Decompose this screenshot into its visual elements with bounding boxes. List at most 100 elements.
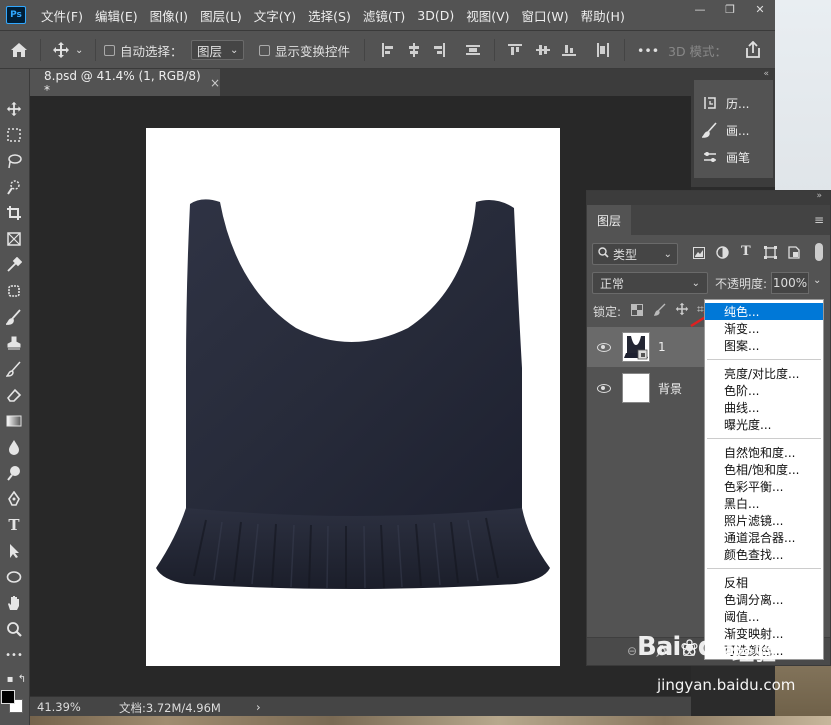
close-button[interactable]: ✕ <box>745 0 775 18</box>
menu-item-invert[interactable]: 反相 <box>705 574 823 591</box>
menu-select[interactable]: 选择(S) <box>302 6 357 25</box>
menu-item-posterize[interactable]: 色调分离... <box>705 591 823 608</box>
eye-icon[interactable] <box>597 342 611 352</box>
align-top-icon[interactable] <box>508 43 522 57</box>
menu-item-black-white[interactable]: 黑白... <box>705 495 823 512</box>
menu-filter[interactable]: 滤镜(T) <box>357 6 411 25</box>
dock-brush-settings[interactable]: 画... <box>702 120 749 140</box>
menu-item-vibrance[interactable]: 自然饱和度... <box>705 444 823 461</box>
blur-tool-icon[interactable] <box>4 437 24 457</box>
ellipse-tool-icon[interactable] <box>4 567 24 587</box>
align-bottom-icon[interactable] <box>562 43 576 57</box>
menu-item-gradient[interactable]: 渐变... <box>705 320 823 337</box>
pen-tool-icon[interactable] <box>4 489 24 509</box>
align-left-icon[interactable] <box>381 43 395 57</box>
filter-shape-icon[interactable] <box>764 246 777 262</box>
filter-toggle-switch[interactable] <box>815 243 823 261</box>
healing-brush-tool-icon[interactable] <box>4 281 24 301</box>
marquee-tool-icon[interactable] <box>4 125 24 145</box>
menu-file[interactable]: 文件(F) <box>35 6 89 25</box>
panel-menu-icon[interactable]: ≡ <box>814 213 824 227</box>
lasso-tool-icon[interactable] <box>4 151 24 171</box>
align-right-icon[interactable] <box>432 43 446 57</box>
foreground-color-swatch[interactable] <box>1 690 15 704</box>
maximize-button[interactable]: ❐ <box>715 0 745 18</box>
gradient-tool-icon[interactable] <box>4 411 24 431</box>
align-horizontal-center-icon[interactable] <box>407 43 421 57</box>
collapse-panel-icon[interactable]: » <box>816 191 822 201</box>
home-icon[interactable] <box>10 40 28 60</box>
menu-window[interactable]: 窗口(W) <box>516 6 575 25</box>
filter-type-icon[interactable]: T <box>741 244 751 259</box>
menu-item-levels[interactable]: 色阶... <box>705 382 823 399</box>
blend-mode-dropdown[interactable]: 正常 ⌄ <box>592 272 708 294</box>
menu-help[interactable]: 帮助(H) <box>575 6 631 25</box>
type-tool-icon[interactable]: T <box>4 515 24 535</box>
distribute-icon[interactable] <box>466 43 480 57</box>
filter-pixel-icon[interactable] <box>693 247 705 262</box>
menu-3d[interactable]: 3D(D) <box>411 8 460 23</box>
move-tool-preset-icon[interactable]: ⌄ <box>52 40 83 60</box>
layer-filter-dropdown[interactable]: 类型 ⌄ <box>592 243 678 265</box>
distribute-vertical-icon[interactable] <box>596 43 610 57</box>
collapse-dock-icon[interactable]: « <box>763 69 769 79</box>
dock-brushes[interactable]: 画笔 <box>702 147 750 167</box>
menu-item-curves[interactable]: 曲线... <box>705 399 823 416</box>
menu-item-hue-saturation[interactable]: 色相/饱和度... <box>705 461 823 478</box>
show-transform-checkbox[interactable]: 显示变换控件 <box>259 40 350 60</box>
opacity-input[interactable]: 100% <box>771 272 809 294</box>
minimize-button[interactable]: — <box>685 0 715 18</box>
layer-row[interactable]: 背景 <box>587 368 705 408</box>
history-brush-tool-icon[interactable] <box>4 359 24 379</box>
status-menu-arrow[interactable]: › <box>256 700 261 714</box>
opacity-dropdown-icon[interactable]: ⌄ <box>813 275 821 286</box>
lock-position-icon[interactable] <box>675 302 689 319</box>
layer-row[interactable]: 1 <box>587 327 705 367</box>
menu-item-photo-filter[interactable]: 照片滤镜... <box>705 512 823 529</box>
menu-item-channel-mixer[interactable]: 通道混合器... <box>705 529 823 546</box>
more-tools-icon[interactable]: ••• <box>4 645 24 665</box>
eyedropper-tool-icon[interactable] <box>4 255 24 275</box>
move-tool-icon[interactable] <box>4 99 24 119</box>
menu-image[interactable]: 图像(I) <box>144 6 194 25</box>
menu-item-solid-color[interactable]: 纯色... <box>705 303 823 320</box>
swap-colors-icon[interactable]: ↰ <box>12 669 32 689</box>
lock-image-pixels-icon[interactable] <box>653 303 666 319</box>
zoom-level[interactable]: 41.39% <box>37 700 81 714</box>
dodge-tool-icon[interactable] <box>4 463 24 483</box>
filter-adjustment-icon[interactable] <box>716 246 729 262</box>
brush-tool-icon[interactable] <box>4 307 24 327</box>
frame-tool-icon[interactable] <box>4 229 24 249</box>
clone-stamp-tool-icon[interactable] <box>4 333 24 353</box>
auto-select-checkbox[interactable]: 自动选择： <box>104 40 183 60</box>
share-icon[interactable] <box>744 40 762 60</box>
more-options-button[interactable]: ••• <box>637 40 659 60</box>
dock-history[interactable]: 历... <box>702 93 749 113</box>
align-vertical-center-icon[interactable] <box>536 43 550 57</box>
tab-layers[interactable]: 图层 <box>587 205 631 235</box>
crop-tool-icon[interactable] <box>4 203 24 223</box>
zoom-tool-icon[interactable] <box>4 619 24 639</box>
menu-item-exposure[interactable]: 曝光度... <box>705 416 823 433</box>
menu-item-pattern[interactable]: 图案... <box>705 337 823 354</box>
hand-tool-icon[interactable] <box>4 593 24 613</box>
path-selection-tool-icon[interactable] <box>4 541 24 561</box>
filter-smart-object-icon[interactable] <box>788 246 800 262</box>
menu-view[interactable]: 视图(V) <box>460 6 515 25</box>
menu-item-color-lookup[interactable]: 颜色查找... <box>705 546 823 563</box>
menu-item-color-balance[interactable]: 色彩平衡... <box>705 478 823 495</box>
lock-transparent-pixels-icon[interactable] <box>631 304 643 319</box>
auto-select-target-dropdown[interactable]: 图层 ⌄ <box>191 40 245 60</box>
link-layers-icon[interactable]: ⊖ <box>627 644 637 658</box>
menu-item-brightness-contrast[interactable]: 亮度/对比度... <box>705 365 823 382</box>
menu-layer[interactable]: 图层(L) <box>194 6 248 25</box>
quick-select-tool-icon[interactable] <box>4 177 24 197</box>
layers-panel-titlebar[interactable]: » <box>587 191 830 205</box>
document-canvas[interactable] <box>146 128 560 666</box>
close-tab-icon[interactable]: × <box>210 76 220 90</box>
eraser-tool-icon[interactable] <box>4 385 24 405</box>
document-tab[interactable]: 8.psd @ 41.4% (1, RGB/8) * × <box>30 69 220 97</box>
eye-icon[interactable] <box>597 383 611 393</box>
menu-type[interactable]: 文字(Y) <box>248 6 302 25</box>
menu-edit[interactable]: 编辑(E) <box>89 6 144 25</box>
